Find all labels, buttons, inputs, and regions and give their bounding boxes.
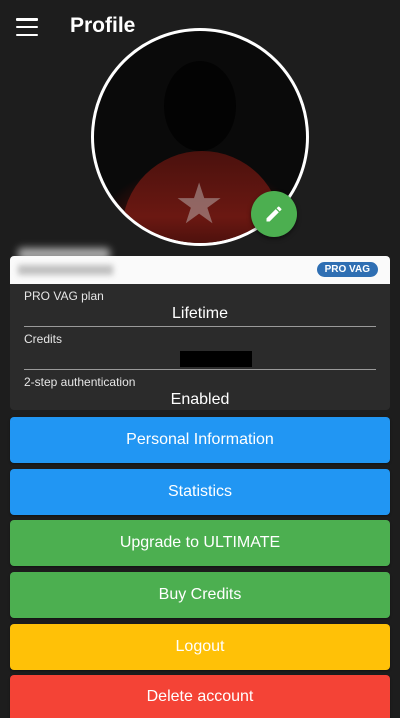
account-details-card: PRO VAG PRO VAG plan Lifetime Credits 2-… xyxy=(10,256,390,410)
two-step-label: 2-step authentication xyxy=(24,375,136,389)
plan-value: Lifetime xyxy=(171,305,229,322)
star-icon: ★ xyxy=(174,172,225,235)
page-title: Profile xyxy=(70,14,136,37)
plan-badge: PRO VAG xyxy=(316,262,378,277)
buy-credits-button[interactable]: Buy Credits xyxy=(10,572,390,618)
credits-label: Credits xyxy=(24,332,63,346)
redacted-email xyxy=(18,265,113,275)
plan-label: PRO VAG plan xyxy=(24,289,104,303)
delete-account-button[interactable]: Delete account xyxy=(10,675,390,718)
statistics-button[interactable]: Statistics xyxy=(10,469,390,515)
redacted-credits-value xyxy=(180,351,252,367)
hamburger-menu-icon[interactable] xyxy=(16,18,38,36)
detail-row-2fa: 2-step authentication Enabled xyxy=(24,370,376,410)
logout-button[interactable]: Logout xyxy=(10,624,390,670)
two-step-value: Enabled xyxy=(170,391,230,408)
upgrade-button[interactable]: Upgrade to ULTIMATE xyxy=(10,520,390,566)
personal-information-button[interactable]: Personal Information xyxy=(10,417,390,463)
pencil-icon xyxy=(266,206,282,222)
avatar-figure-head xyxy=(164,61,236,151)
card-header: PRO VAG xyxy=(10,256,390,284)
edit-avatar-button[interactable] xyxy=(251,191,297,237)
detail-row-credits: Credits xyxy=(24,327,376,370)
detail-row-plan: PRO VAG plan Lifetime xyxy=(24,284,376,327)
